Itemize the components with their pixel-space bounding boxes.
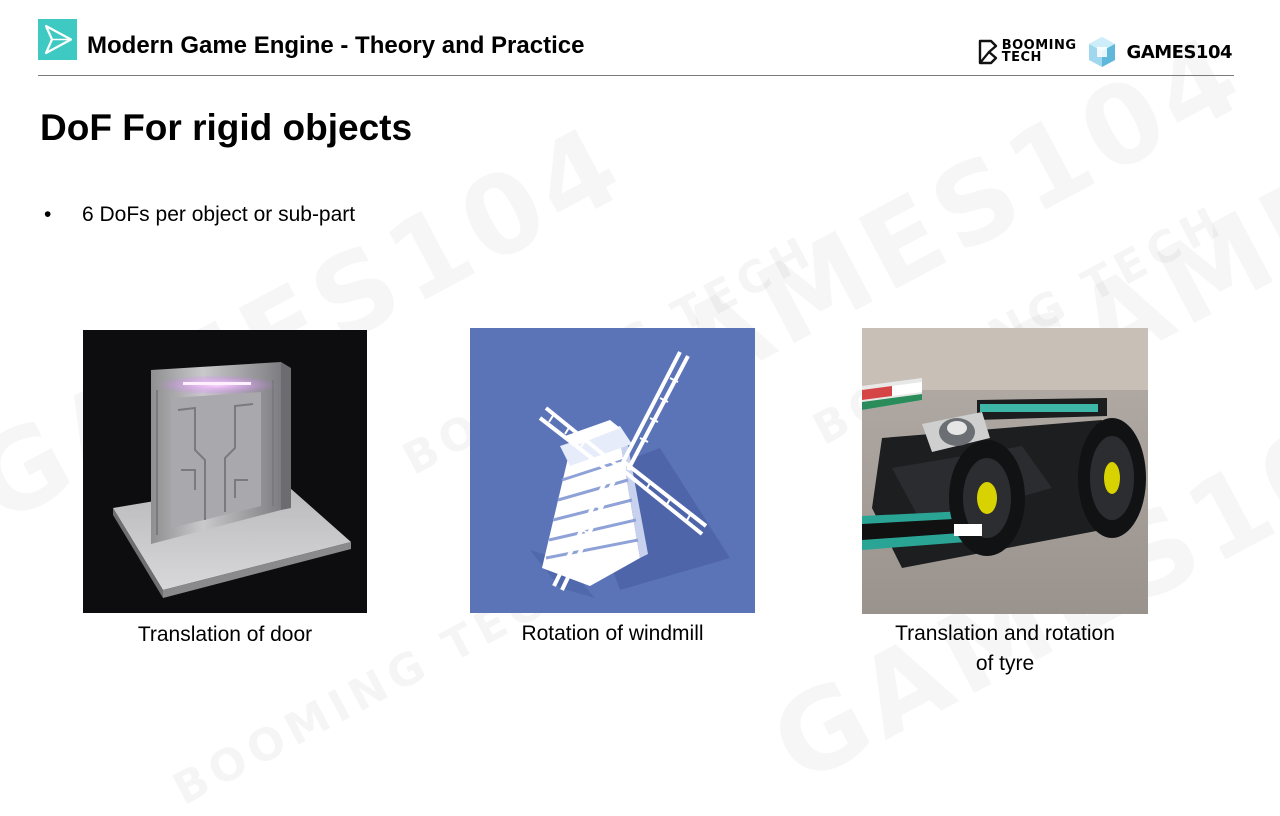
- f1-caption: Translation and rotation of tyre: [862, 619, 1148, 679]
- booming-tech-icon: [978, 39, 997, 65]
- door-caption: Translation of door: [137, 623, 313, 646]
- windmill-caption: Rotation of windmill: [521, 622, 704, 645]
- brand-games: GAMES104: [1126, 41, 1233, 63]
- slide-title: DoF For rigid objects: [40, 107, 413, 148]
- bullet-marker: •: [44, 203, 52, 226]
- bullet-item: • 6 DoFs per object or sub-part: [44, 202, 355, 228]
- brand-logos: BOOMING TECH GAMES104: [977, 34, 1233, 70]
- bullet-text: 6 DoFs per object or sub-part: [82, 203, 356, 226]
- f1-caption-line1: Translation and rotation: [895, 622, 1115, 645]
- door-image: [83, 330, 367, 613]
- header-divider: [38, 75, 1234, 76]
- windmill-image: [470, 328, 755, 613]
- f1-car-image: [862, 328, 1148, 614]
- brand-tech: TECH: [1001, 50, 1042, 65]
- f1-caption-line2: of tyre: [975, 652, 1035, 675]
- booming-tech-logo: BOOMING TECH: [977, 39, 1077, 65]
- games-cube-icon: [1088, 37, 1115, 67]
- play-triangle-icon: [38, 19, 77, 60]
- course-title: Modern Game Engine - Theory and Practice: [87, 32, 585, 59]
